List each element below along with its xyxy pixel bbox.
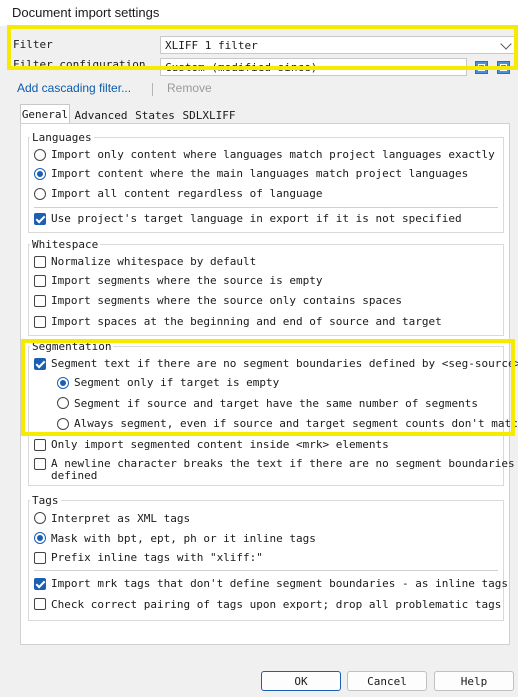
lang-all-label: Import all content regardless of languag… — [51, 187, 323, 200]
link-divider — [152, 83, 153, 96]
tab-states[interactable]: States — [132, 106, 178, 124]
filter-label: Filter — [13, 38, 53, 51]
lang-exact-label: Import only content where languages matc… — [51, 148, 495, 161]
mask-inline-label: Mask with bpt, ept, ph or it inline tags — [51, 532, 316, 545]
seg-same-count-radio[interactable] — [57, 397, 69, 409]
tab-advanced[interactable]: Advanced — [74, 106, 128, 124]
window-title: Document import settings — [12, 5, 160, 20]
normalize-whitespace-label: Normalize whitespace by default — [51, 255, 257, 268]
spaces-only-checkbox[interactable] — [34, 295, 46, 307]
tags-group-title: Tags — [30, 494, 61, 507]
prefix-xliff-label: Prefix inline tags with "xliff:" — [51, 551, 263, 564]
leading-trailing-spaces-label: Import spaces at the beginning and end o… — [51, 315, 442, 328]
cancel-button[interactable]: Cancel — [347, 671, 427, 691]
seg-target-empty-radio[interactable] — [57, 377, 69, 389]
mask-inline-radio[interactable] — [34, 532, 46, 544]
help-button[interactable]: Help — [434, 671, 514, 691]
seg-always-label: Always segment, even if source and targe… — [74, 417, 518, 430]
newline-break-label-line2: defined — [51, 469, 98, 482]
interpret-xml-label: Interpret as XML tags — [51, 512, 191, 525]
spaces-only-label: Import segments where the source only co… — [51, 294, 402, 307]
languages-group-title: Languages — [30, 131, 94, 144]
edit-config-icon[interactable] — [475, 61, 488, 74]
ok-button[interactable]: OK — [261, 671, 341, 691]
segmentation-group-title: Segmentation — [30, 340, 114, 353]
lang-exact-radio[interactable] — [34, 149, 46, 161]
filter-config-label: Filter configuration — [13, 58, 146, 71]
mrk-inline-label: Import mrk tags that don't define segmen… — [51, 577, 508, 590]
seg-always-radio[interactable] — [57, 418, 69, 430]
title-bar: Document import settings — [0, 0, 518, 26]
lang-main-label: Import content where the main languages … — [51, 167, 469, 180]
check-pairing-checkbox[interactable] — [34, 598, 46, 610]
empty-source-label: Import segments where the source is empt… — [51, 274, 323, 287]
newline-break-checkbox[interactable] — [34, 458, 46, 470]
mrk-inline-checkbox[interactable] — [34, 578, 46, 590]
add-cascading-filter-link[interactable]: Add cascading filter... — [17, 81, 131, 95]
tab-sdlxliff[interactable]: SDLXLIFF — [181, 106, 237, 124]
leading-trailing-spaces-checkbox[interactable] — [34, 316, 46, 328]
chevron-down-icon — [500, 38, 512, 50]
interpret-xml-radio[interactable] — [34, 512, 46, 524]
target-lang-label: Use project's target language in export … — [51, 212, 462, 225]
remove-link[interactable]: Remove — [167, 81, 212, 95]
mrk-only-checkbox[interactable] — [34, 439, 46, 451]
mrk-only-label: Only import segmented content inside <mr… — [51, 438, 389, 451]
seg-same-count-label: Segment if source and target have the sa… — [74, 397, 478, 410]
normalize-whitespace-checkbox[interactable] — [34, 256, 46, 268]
prefix-xliff-checkbox[interactable] — [34, 552, 46, 564]
filter-value: XLIFF 1 filter — [165, 39, 258, 52]
lang-all-radio[interactable] — [34, 188, 46, 200]
whitespace-group-title: Whitespace — [30, 238, 101, 251]
target-lang-checkbox[interactable] — [34, 213, 46, 225]
filter-config-value: Custom (modified since) — [165, 61, 318, 74]
filter-combo[interactable]: XLIFF 1 filter — [160, 36, 515, 54]
seg-target-empty-label: Segment only if target is empty — [74, 376, 280, 389]
tags-divider — [34, 570, 498, 571]
check-pairing-label: Check correct pairing of tags upon expor… — [51, 598, 502, 611]
new-config-icon[interactable] — [497, 61, 510, 74]
languages-divider — [34, 207, 498, 208]
newline-break-label-line1: A newline character breaks the text if t… — [51, 457, 515, 470]
empty-source-checkbox[interactable] — [34, 275, 46, 287]
tab-general[interactable]: General — [20, 104, 70, 124]
segment-text-label: Segment text if there are no segment bou… — [51, 357, 518, 370]
segment-text-checkbox[interactable] — [34, 358, 46, 370]
filter-config-field[interactable]: Custom (modified since) — [160, 58, 467, 76]
lang-main-radio[interactable] — [34, 168, 46, 180]
